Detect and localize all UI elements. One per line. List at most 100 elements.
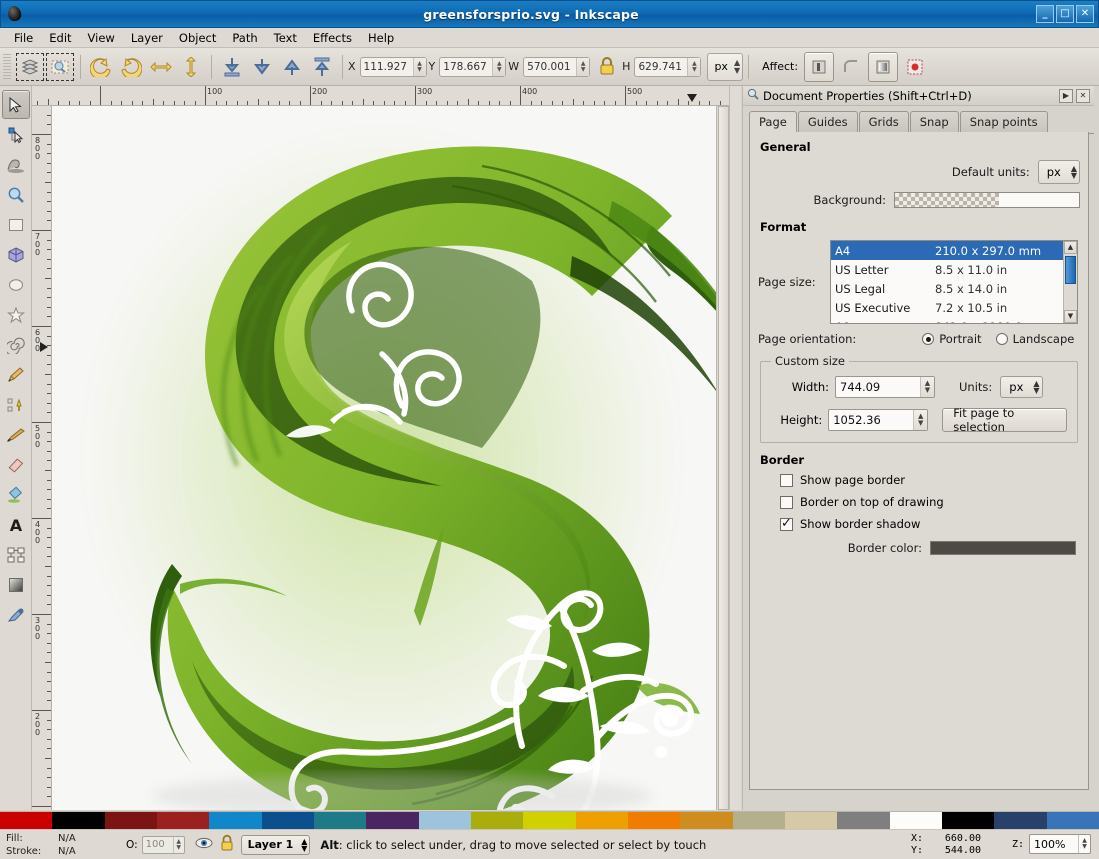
palette-swatch[interactable] (837, 812, 890, 830)
tab-grids[interactable]: Grids (858, 111, 909, 133)
toolbar-grip[interactable] (3, 53, 11, 80)
y-stepper[interactable]: ▲ ▼ (492, 57, 506, 76)
custom-width-input[interactable] (836, 377, 920, 397)
float-dialog-button[interactable]: ▶ (1059, 88, 1073, 103)
raise-to-top-icon[interactable] (308, 53, 336, 81)
show-border-shadow-row[interactable]: Show border shadow (780, 516, 1080, 531)
rectangle-tool[interactable] (2, 210, 30, 239)
flip-vertical-icon[interactable] (177, 53, 205, 81)
fit-page-to-selection-button[interactable]: Fit page to selection (942, 406, 1067, 434)
zoom-tool[interactable] (2, 180, 30, 209)
palette-swatch[interactable] (627, 812, 681, 830)
palette-swatch[interactable] (156, 812, 210, 830)
maximize-button[interactable]: □ (1056, 5, 1074, 23)
affect-patterns-toggle[interactable] (900, 52, 930, 82)
ellipse-tool[interactable] (2, 270, 30, 299)
affect-corners-toggle[interactable] (836, 52, 866, 82)
eraser-tool[interactable] (2, 450, 30, 479)
palette-swatch[interactable] (366, 812, 419, 830)
snap-toolbar[interactable] (729, 86, 741, 810)
flip-horizontal-icon[interactable] (147, 53, 175, 81)
y-spinner[interactable]: ▲▼ (439, 56, 507, 77)
affect-stroke-width-toggle[interactable] (804, 51, 835, 82)
page-size-item-a4[interactable]: A4 210.0 x 297.0 mm (831, 241, 1063, 261)
gradient-tool[interactable] (2, 570, 30, 599)
fill-stroke-indicator[interactable]: Fill: N/A Stroke: N/A (0, 832, 118, 858)
page-size-item-us-executive[interactable]: US Executive 7.2 x 10.5 in (831, 299, 1063, 318)
node-tool[interactable] (2, 120, 30, 149)
w-spinner[interactable]: ▲▼ (523, 56, 591, 77)
background-color-swatch[interactable] (894, 192, 1080, 208)
lower-to-bottom-icon[interactable] (218, 53, 246, 81)
custom-units-select[interactable]: px ▲ ▼ (1000, 376, 1043, 398)
canvas[interactable] (52, 106, 716, 810)
deselect-icon[interactable] (46, 52, 74, 81)
palette-swatch[interactable] (470, 812, 524, 830)
menu-file[interactable]: File (6, 29, 41, 47)
custom-height-spinner[interactable]: ▲▼ (828, 409, 929, 431)
show-border-shadow-checkbox[interactable] (780, 516, 793, 531)
custom-height-input[interactable] (829, 410, 914, 430)
text-tool[interactable]: A (2, 510, 30, 539)
selector-tool[interactable] (1, 90, 30, 119)
close-button[interactable]: ✕ (1076, 5, 1094, 23)
spiral-tool[interactable] (2, 330, 30, 359)
border-on-top-row[interactable]: Border on top of drawing (780, 495, 1080, 509)
page-size-item-us-letter[interactable]: US Letter 8.5 x 11.0 in (831, 260, 1063, 279)
page-size-scroll-thumb[interactable] (1065, 256, 1076, 284)
palette-swatch[interactable] (523, 812, 576, 830)
palette-swatch[interactable] (941, 812, 995, 830)
tweak-tool[interactable] (2, 150, 30, 179)
affect-gradients-toggle[interactable] (868, 51, 899, 82)
palette-swatch[interactable] (418, 812, 471, 830)
tab-guides[interactable]: Guides (797, 111, 858, 133)
menu-effects[interactable]: Effects (305, 29, 360, 47)
star-tool[interactable] (2, 300, 30, 329)
color-palette[interactable] (0, 811, 1099, 830)
palette-swatch[interactable] (994, 812, 1047, 830)
zoom-spinner[interactable]: ▲▼ (1029, 834, 1091, 854)
palette-swatch[interactable] (52, 812, 105, 830)
canvas-vscroll-thumb[interactable] (718, 106, 729, 810)
menu-view[interactable]: View (80, 29, 123, 47)
select-all-icon[interactable] (16, 52, 44, 81)
layer-lock-icon[interactable] (219, 834, 235, 855)
pencil-tool[interactable] (2, 360, 30, 389)
dropper-tool[interactable] (2, 600, 30, 629)
show-page-border-checkbox[interactable] (780, 473, 793, 487)
palette-swatch[interactable] (784, 812, 838, 830)
menu-edit[interactable]: Edit (41, 29, 79, 47)
default-units-select[interactable]: px ▲ ▼ (1037, 160, 1080, 184)
page-size-listbox[interactable]: A4 210.0 x 297.0 mm US Letter 8.5 x 11.0… (830, 240, 1078, 324)
height-input[interactable] (635, 57, 688, 76)
horizontal-ruler[interactable]: 100200300400500600 (32, 86, 740, 106)
palette-swatch[interactable] (680, 812, 733, 830)
layer-selector[interactable]: Layer 1 ▲ ▼ (240, 834, 311, 855)
menu-path[interactable]: Path (224, 29, 265, 47)
custom-height-stepper[interactable]: ▲ ▼ (913, 410, 928, 430)
palette-swatch[interactable] (732, 812, 785, 830)
x-input[interactable] (360, 57, 413, 76)
toolbar-units-select[interactable]: px ▲ ▼ (707, 52, 744, 81)
width-input[interactable] (524, 57, 577, 76)
bezier-tool[interactable] (2, 390, 30, 419)
vertical-ruler[interactable]: 800700600500400300200 (32, 106, 52, 810)
x-spinner[interactable]: ▲▼ (359, 56, 427, 77)
tab-snap[interactable]: Snap (909, 111, 959, 133)
rotate-ccw-icon[interactable] (87, 53, 115, 81)
w-stepper[interactable]: ▲ ▼ (576, 57, 590, 76)
border-on-top-checkbox[interactable] (780, 495, 793, 509)
menu-help[interactable]: Help (360, 29, 402, 47)
landscape-radio-option[interactable]: Landscape (995, 332, 1074, 346)
page-size-item-a0[interactable]: A0 841.0 x 1189.0 mm (831, 318, 1063, 323)
canvas-vertical-scrollbar[interactable] (716, 106, 729, 810)
minimize-button[interactable]: _ (1036, 5, 1054, 23)
landscape-radio[interactable] (995, 333, 1008, 345)
zoom-input[interactable] (1030, 835, 1078, 853)
custom-width-spinner[interactable]: ▲▼ (835, 376, 935, 398)
palette-swatch[interactable] (261, 812, 314, 830)
menu-text[interactable]: Text (266, 29, 305, 47)
close-dialog-button[interactable]: ✕ (1076, 88, 1090, 103)
tab-snap-points[interactable]: Snap points (959, 111, 1048, 133)
palette-swatch[interactable] (313, 812, 367, 830)
